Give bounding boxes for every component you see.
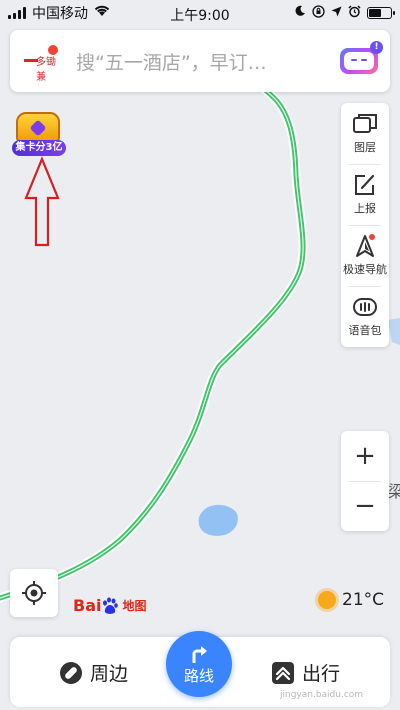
- paw-icon: [103, 597, 119, 614]
- rotation-lock-icon: [312, 4, 325, 22]
- voice-pack-icon: [352, 295, 378, 319]
- alarm-icon: [348, 4, 361, 22]
- search-input[interactable]: 搜“五一酒店”，早订…: [76, 48, 340, 75]
- status-bar: 中国移动 上午9:00: [0, 0, 400, 26]
- locate-me-button[interactable]: [10, 569, 58, 617]
- location-arrow-icon: [331, 6, 342, 21]
- route-turn-icon: [192, 645, 207, 663]
- baidu-map-logo: Bai du 地图: [73, 596, 147, 615]
- carrier-name: 中国移动: [32, 6, 88, 22]
- nearby-label: 周边: [90, 663, 129, 685]
- promo-treasure-button[interactable]: 集卡分3亿: [12, 110, 68, 160]
- annotation-arrow-icon: [24, 156, 60, 247]
- watermark-text: jingyan.baidu.com: [280, 690, 364, 700]
- moon-icon: [294, 5, 306, 21]
- report-label: 上报: [354, 202, 376, 215]
- assistant-badge: !: [370, 41, 383, 54]
- search-bar[interactable]: 多锄兼 搜“五一酒店”，早订… !: [10, 30, 390, 92]
- voice-pack-label: 语音包: [348, 324, 382, 337]
- map-toolbar: 图层 上报 极速导航 语音包: [341, 103, 389, 347]
- layers-label: 图层: [354, 141, 376, 154]
- temperature: 21°C: [342, 590, 385, 610]
- battery-icon: [367, 7, 395, 19]
- travel-icon: [272, 661, 294, 684]
- voice-pack-button[interactable]: 语音包: [341, 286, 389, 347]
- travel-button[interactable]: 出行: [272, 659, 340, 686]
- nearby-button[interactable]: 周边: [60, 659, 128, 686]
- navigation-arrow-icon: [352, 234, 378, 258]
- wifi-icon: [94, 5, 110, 21]
- crosshair-icon: [22, 581, 46, 605]
- notification-dot: [369, 234, 375, 240]
- report-edit-icon: [352, 173, 378, 197]
- zoom-out-button[interactable]: −: [341, 481, 389, 531]
- treasure-chest-icon: [16, 112, 60, 142]
- app-logo: 多锄兼: [22, 45, 62, 83]
- fast-navigation-button[interactable]: 极速导航: [341, 225, 389, 286]
- map-place-label: 梁: [388, 482, 400, 501]
- signal-icon: [8, 7, 26, 19]
- layers-icon: [352, 112, 378, 136]
- promo-label: 集卡分3亿: [12, 140, 66, 156]
- fast-navigation-label: 极速导航: [343, 263, 387, 276]
- zoom-control: + −: [341, 431, 389, 531]
- weather-widget[interactable]: 21°C: [318, 590, 384, 610]
- report-button[interactable]: 上报: [341, 164, 389, 225]
- sunny-icon: [318, 591, 336, 609]
- route-label: 路线: [183, 666, 214, 685]
- layers-button[interactable]: 图层: [341, 103, 389, 164]
- route-button[interactable]: 路线: [166, 631, 232, 697]
- travel-label: 出行: [302, 663, 341, 685]
- voice-assistant-icon[interactable]: !: [340, 41, 383, 74]
- compass-icon: [60, 661, 82, 684]
- zoom-in-button[interactable]: +: [341, 431, 389, 481]
